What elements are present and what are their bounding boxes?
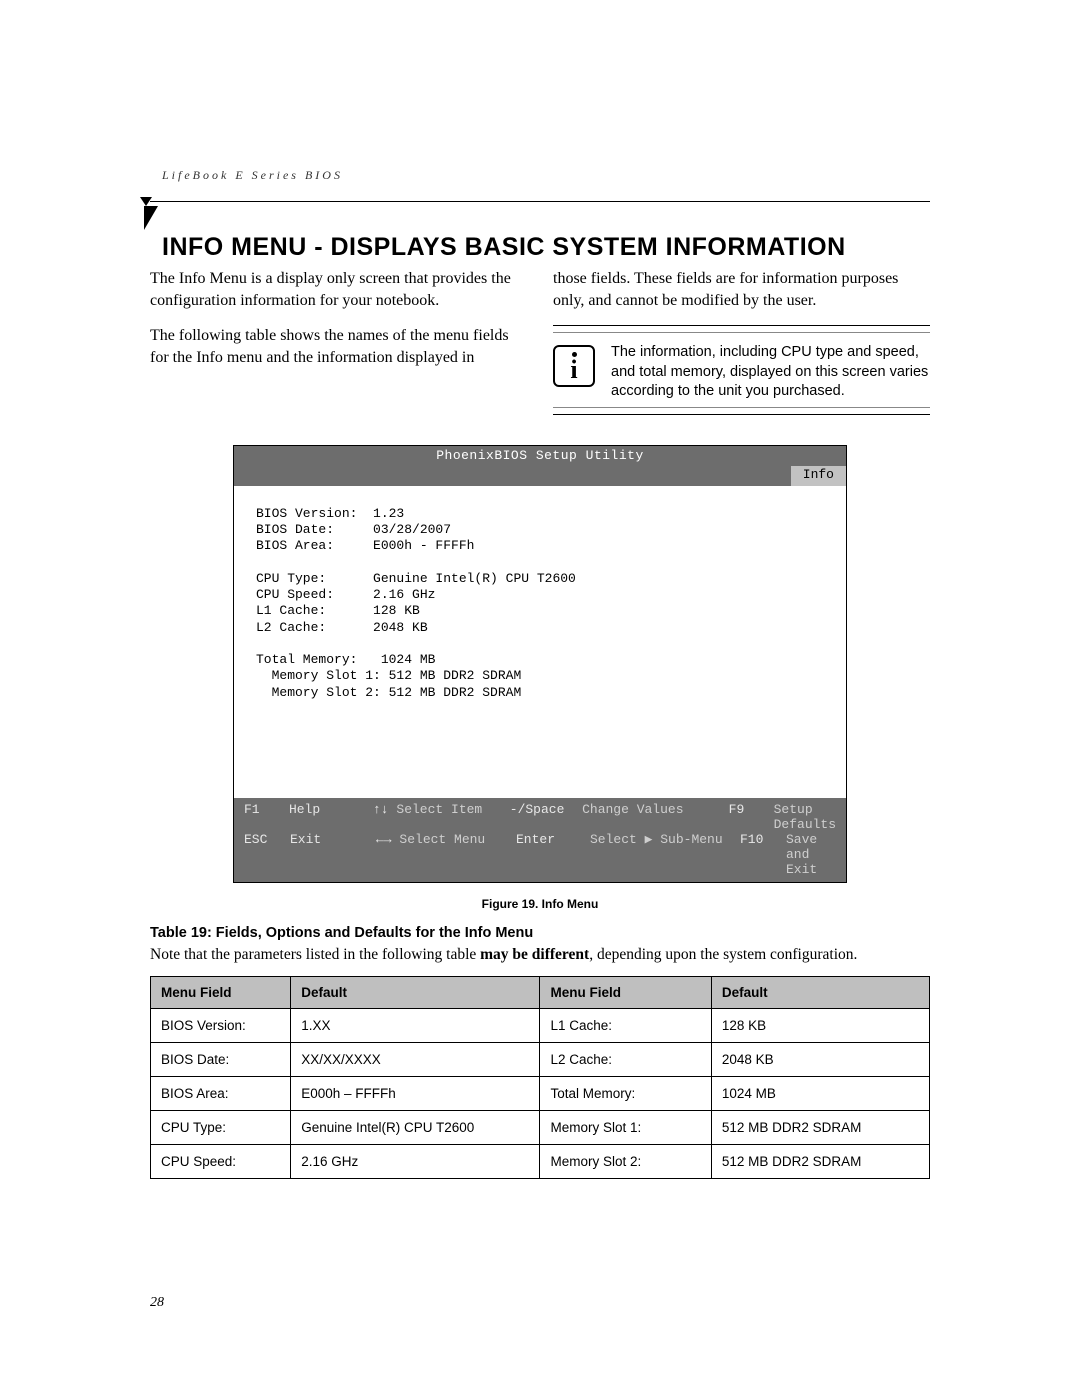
bios-key-enter: Enter <box>516 832 590 877</box>
table-row: BIOS Area: E000h – FFFFh Total Memory: 1… <box>151 1076 930 1110</box>
running-head: LifeBook E Series BIOS <box>162 168 930 183</box>
table-row: BIOS Version: 1.XX L1 Cache: 128 KB <box>151 1008 930 1042</box>
page-title: INFO MENU - DISPLAYS BASIC SYSTEM INFORM… <box>162 233 930 262</box>
bios-action-select-item: Select Item <box>396 802 482 817</box>
col-header-default-1: Default <box>291 976 540 1008</box>
table-header-row: Menu Field Default Menu Field Default <box>151 976 930 1008</box>
bios-action-save-exit: Save and Exit <box>786 832 836 877</box>
table-row: BIOS Date: XX/XX/XXXX L2 Cache: 2048 KB <box>151 1042 930 1076</box>
section-triangle-icon <box>144 206 158 230</box>
bios-key-leftright: ←→ <box>376 832 392 847</box>
bios-action-select-menu: Select Menu <box>399 832 485 847</box>
intro-paragraph-1: The Info Menu is a display only screen t… <box>150 268 527 311</box>
col-header-default-2: Default <box>711 976 929 1008</box>
col-header-menufield-1: Menu Field <box>151 976 291 1008</box>
table-row: CPU Type: Genuine Intel(R) CPU T2600 Mem… <box>151 1110 930 1144</box>
intro-columns: The Info Menu is a display only screen t… <box>150 268 930 421</box>
bios-body: BIOS Version: 1.23 BIOS Date: 03/28/2007… <box>234 486 846 798</box>
bios-key-updown: ↑↓ <box>373 802 389 817</box>
page-number: 28 <box>150 1295 164 1311</box>
table-row: CPU Speed: 2.16 GHz Memory Slot 2: 512 M… <box>151 1144 930 1178</box>
bios-action-setup-defaults: Setup Defaults <box>774 802 836 832</box>
defaults-table: Menu Field Default Menu Field Default BI… <box>150 976 930 1179</box>
bios-action-exit: Exit <box>290 832 376 877</box>
table-title: Table 19: Fields, Options and Defaults f… <box>150 925 930 941</box>
bios-title: PhoenixBIOS Setup Utility <box>234 446 846 466</box>
bios-footer: F1 Help ↑↓ Select Item -/Space Change Va… <box>234 798 846 882</box>
bios-tabbar: Info <box>234 466 846 486</box>
bios-screenshot: PhoenixBIOS Setup Utility Info BIOS Vers… <box>233 445 847 883</box>
intro-paragraph-2b: those fields. These fields are for infor… <box>553 268 930 311</box>
bios-action-help: Help <box>289 802 373 832</box>
col-header-menufield-2: Menu Field <box>540 976 711 1008</box>
bios-key-f9: F9 <box>729 802 774 832</box>
bios-action-change-values: Change Values <box>582 802 729 832</box>
info-icon: i <box>553 345 595 387</box>
info-callout: i The information, including CPU type an… <box>553 325 930 415</box>
bios-key-f1: F1 <box>244 802 289 832</box>
bios-key-esc: ESC <box>244 832 290 877</box>
bios-tab-info: Info <box>791 466 846 486</box>
info-callout-text: The information, including CPU type and … <box>611 343 930 402</box>
document-page: LifeBook E Series BIOS INFO MENU - DISPL… <box>0 0 1080 1397</box>
table-note: Note that the parameters listed in the f… <box>150 945 930 966</box>
header-rule <box>150 191 930 209</box>
bios-key-space: -/Space <box>510 802 582 832</box>
bios-action-select-submenu: Select ▶ Sub-Menu <box>590 832 740 877</box>
intro-paragraph-2a: The following table shows the names of t… <box>150 325 527 368</box>
bios-key-f10: F10 <box>740 832 786 877</box>
figure-caption: Figure 19. Info Menu <box>150 897 930 911</box>
